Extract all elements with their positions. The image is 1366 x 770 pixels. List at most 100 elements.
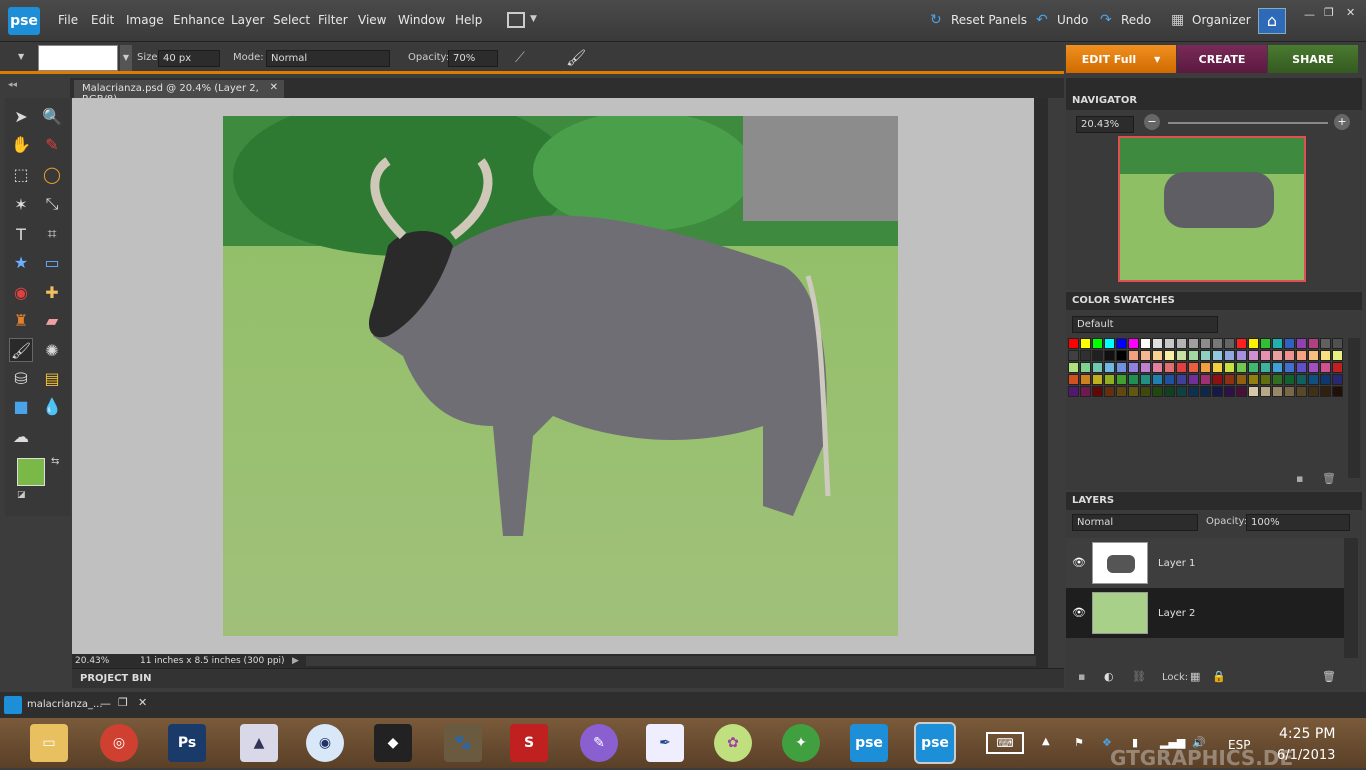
color-swatch[interactable] (1092, 362, 1103, 373)
paint-bucket-icon[interactable]: ⛁ (9, 366, 33, 390)
canvas-area[interactable] (72, 98, 1048, 654)
restore-button[interactable]: ❐ (118, 696, 128, 709)
menu-layer[interactable]: Layer (231, 13, 264, 27)
color-swatch[interactable] (1248, 350, 1259, 361)
restore-button[interactable]: ❐ (1324, 6, 1334, 19)
move-tool-icon[interactable]: ➤ (9, 104, 33, 128)
color-swatch[interactable] (1284, 374, 1295, 385)
color-swatch[interactable] (1224, 362, 1235, 373)
color-swatch[interactable] (1320, 350, 1331, 361)
color-swatch[interactable] (1080, 362, 1091, 373)
artrage-icon[interactable]: ✦ (782, 724, 820, 762)
color-wheel-icon[interactable]: ✿ (714, 724, 752, 762)
color-swatch[interactable] (1104, 362, 1115, 373)
gradient-icon[interactable]: ▤ (40, 366, 64, 390)
paint-app-icon[interactable]: ✎ (580, 724, 618, 762)
new-layer-icon[interactable]: ▪ (1078, 670, 1085, 683)
quick-selection-icon[interactable]: ⤡ (40, 192, 64, 216)
sketchbook-icon[interactable]: S (510, 724, 548, 762)
pse-taskbar-icon[interactable]: pse (850, 724, 888, 762)
crop-icon[interactable]: ⌗ (40, 222, 64, 246)
color-swatch[interactable] (1188, 362, 1199, 373)
color-swatch[interactable] (1260, 386, 1271, 397)
color-swatch[interactable] (1080, 350, 1091, 361)
document-canvas[interactable] (223, 116, 898, 636)
zoom-out-icon[interactable]: − (1144, 114, 1160, 130)
color-swatch[interactable] (1224, 374, 1235, 385)
color-swatch[interactable] (1152, 374, 1163, 385)
color-swatch[interactable] (1128, 374, 1139, 385)
zoom-in-icon[interactable]: + (1334, 114, 1350, 130)
swap-colors-icon[interactable]: ⇆ (51, 456, 59, 467)
tab-share[interactable]: SHARE (1268, 45, 1358, 73)
menu-select[interactable]: Select (273, 13, 310, 27)
menu-enhance[interactable]: Enhance (173, 13, 225, 27)
color-swatch[interactable] (1272, 374, 1283, 385)
color-swatch[interactable] (1284, 386, 1295, 397)
magic-wand-icon[interactable]: ✶ (9, 192, 33, 216)
color-swatch[interactable] (1260, 362, 1271, 373)
eraser-icon[interactable]: ▰ (40, 308, 64, 332)
color-swatch[interactable] (1260, 374, 1271, 385)
color-swatch[interactable] (1284, 362, 1295, 373)
color-swatch[interactable] (1164, 386, 1175, 397)
color-swatch[interactable] (1128, 386, 1139, 397)
color-swatch[interactable] (1248, 386, 1259, 397)
color-swatch[interactable] (1248, 374, 1259, 385)
menu-window[interactable]: Window (398, 13, 445, 27)
color-swatch[interactable] (1224, 386, 1235, 397)
minimize-button[interactable]: — (100, 697, 111, 710)
painter-icon[interactable]: ▲ (240, 724, 278, 762)
brush-dropdown[interactable]: ▼ (120, 45, 132, 71)
color-swatch[interactable] (1308, 362, 1319, 373)
color-swatch[interactable] (1140, 338, 1151, 349)
color-swatch[interactable] (1212, 374, 1223, 385)
color-swatch[interactable] (1152, 362, 1163, 373)
lasso-icon[interactable]: ◯ (40, 162, 64, 186)
organizer-button[interactable]: ▦ Organizer (1171, 13, 1251, 27)
tab-create[interactable]: CREATE (1177, 45, 1267, 73)
color-swatch[interactable] (1092, 386, 1103, 397)
red-eye-icon[interactable]: ◉ (9, 280, 33, 304)
color-swatch[interactable] (1284, 338, 1295, 349)
color-swatch[interactable] (1200, 386, 1211, 397)
window-title[interactable]: malacrianza_... (27, 699, 103, 710)
layer-row[interactable]: 👁 Layer 1 (1066, 538, 1344, 588)
healing-brush-icon[interactable]: ✚ (40, 280, 64, 304)
color-swatch[interactable] (1164, 374, 1175, 385)
swatches-scrollbar[interactable] (1348, 338, 1360, 478)
color-swatch[interactable] (1248, 338, 1259, 349)
color-swatch[interactable] (1080, 386, 1091, 397)
keyboard-icon[interactable]: ⌨ (986, 732, 1024, 754)
color-swatch[interactable] (1200, 362, 1211, 373)
foreground-color-swatch[interactable] (17, 458, 45, 486)
color-swatch[interactable] (1320, 338, 1331, 349)
brush-tool-icon[interactable]: 🖌 (9, 338, 33, 362)
color-swatch[interactable] (1236, 350, 1247, 361)
color-swatch[interactable] (1224, 338, 1235, 349)
redo-button[interactable]: ↷ Redo (1100, 13, 1151, 27)
color-swatch[interactable] (1068, 362, 1079, 373)
menu-image[interactable]: Image (126, 13, 164, 27)
document-tab[interactable]: Malacrianza.psd @ 20.4% (Layer 2, RGB/8)… (74, 80, 284, 105)
eyedropper-icon[interactable]: ✎ (40, 132, 64, 156)
color-swatch[interactable] (1236, 374, 1247, 385)
color-swatch[interactable] (1332, 386, 1343, 397)
color-swatch[interactable] (1296, 338, 1307, 349)
reset-panels-button[interactable]: ↻ Reset Panels (930, 13, 1027, 27)
color-swatch[interactable] (1068, 374, 1079, 385)
opacity-field[interactable]: 70% (448, 50, 498, 67)
color-swatch[interactable] (1164, 350, 1175, 361)
pse-active-taskbar-icon[interactable]: pse (914, 722, 956, 764)
chrome-icon[interactable]: ◎ (100, 724, 138, 762)
color-swatch[interactable] (1092, 338, 1103, 349)
lock-icon[interactable]: 🔒 (1212, 670, 1226, 683)
layers-scrollbar[interactable] (1344, 538, 1358, 658)
clock-time[interactable]: 4:25 PM (1279, 726, 1335, 742)
project-bin-header[interactable]: PROJECT BIN (72, 668, 1064, 688)
color-swatch[interactable] (1260, 350, 1271, 361)
home-icon[interactable]: ⌂ (1258, 8, 1286, 34)
color-swatch[interactable] (1296, 374, 1307, 385)
swatches-preset-select[interactable]: Default (1072, 316, 1218, 333)
eye-icon[interactable]: 👁 (1072, 556, 1086, 569)
